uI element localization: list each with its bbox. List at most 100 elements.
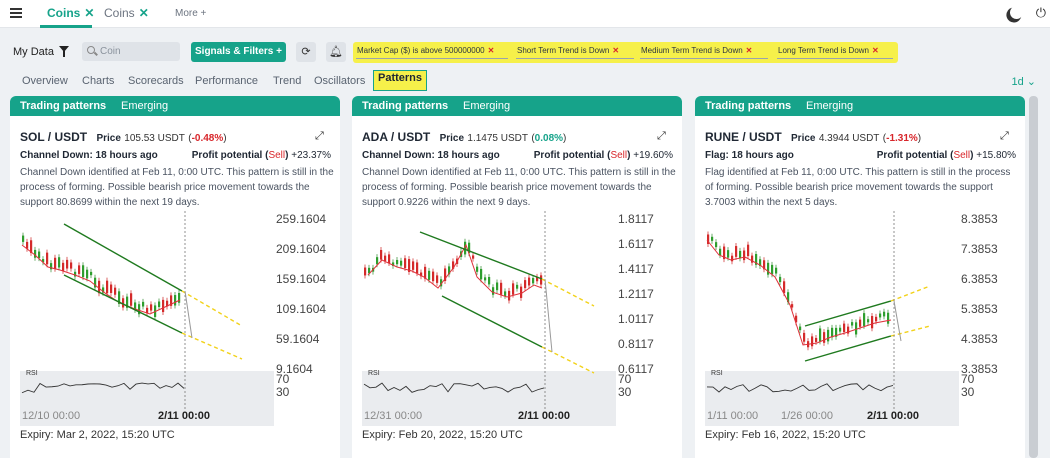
pattern-description: Channel Down identified at Feb 11, 0:00 … — [20, 167, 334, 208]
rsi-label: RSI — [26, 370, 38, 377]
candle — [162, 299, 165, 313]
tab-trading-patterns[interactable]: Trading patterns — [362, 100, 448, 112]
candle — [62, 262, 65, 271]
candle — [711, 236, 714, 241]
tab-trend[interactable]: Trend — [273, 75, 301, 87]
card-tabs: Trading patterns Emerging — [695, 96, 1025, 116]
tab-oscillators[interactable]: Oscillators — [314, 75, 365, 87]
pair-name[interactable]: ADA / USDT — [362, 130, 430, 144]
tab-emerging[interactable]: Emerging — [463, 100, 510, 112]
candle — [767, 262, 770, 275]
share-icon[interactable]: ⤢ — [657, 130, 666, 143]
y-tick-label: 5.3853 — [961, 302, 998, 316]
scrollbar[interactable] — [1029, 96, 1038, 458]
candle — [743, 250, 746, 261]
candle — [158, 301, 161, 307]
interval-value: 1d — [1011, 76, 1024, 88]
candle — [775, 267, 778, 274]
x-tick-label: 2/11 00:00 — [158, 410, 210, 422]
tab-emerging[interactable]: Emerging — [121, 100, 168, 112]
moon-icon[interactable] — [1009, 5, 1024, 20]
hamburger-menu-icon[interactable] — [10, 8, 22, 18]
tab-scorecards[interactable]: Scorecards — [128, 75, 184, 87]
tab-label: Coins — [47, 6, 81, 20]
rsi-label: RSI — [711, 370, 723, 377]
tab-overview[interactable]: Overview — [22, 75, 68, 87]
pair-row: RUNE / USDT Price 4.3944 USDT (-1.31%) — [705, 130, 921, 144]
candle — [86, 269, 89, 279]
candle — [78, 265, 81, 274]
power-icon[interactable]: ⏻ — [1036, 5, 1046, 21]
pattern-chart[interactable]: RSI1.81171.61171.41171.21171.01170.81170… — [362, 211, 674, 426]
candle — [540, 275, 543, 285]
funnel-icon[interactable] — [59, 46, 69, 57]
pattern-card-sol: Trading patterns Emerging SOL / USDT Pri… — [10, 96, 340, 458]
pattern-chart[interactable]: RSI 259.1604 209.1604 159.1604 109.1604 59.16… — [20, 211, 332, 426]
y-tick-label: 7.3853 — [961, 242, 998, 256]
candle — [484, 277, 487, 281]
filter-chip-short-term[interactable]: Short Term Trend is Down ✕ — [517, 46, 619, 55]
share-icon[interactable]: ⤢ — [315, 130, 324, 143]
x-tick-label: 12/31 00:00 — [364, 410, 422, 422]
filter-chip-long-term[interactable]: Long Term Trend is Down ✕ — [778, 46, 879, 55]
candle — [819, 328, 822, 342]
pair-name[interactable]: SOL / USDT — [20, 130, 87, 144]
tab-coins-1[interactable]: Coins ✕ — [47, 6, 94, 20]
y-tick-label: 159.1604 — [276, 272, 326, 286]
candle — [22, 235, 25, 242]
close-icon[interactable]: ✕ — [84, 6, 94, 20]
close-icon[interactable]: ✕ — [746, 46, 753, 55]
candle — [66, 259, 69, 269]
tab-performance[interactable]: Performance — [195, 75, 258, 87]
candle — [811, 336, 814, 347]
close-icon[interactable]: ✕ — [139, 6, 149, 20]
candle — [404, 258, 407, 268]
x-tick-label: 2/11 00:00 — [518, 410, 570, 422]
bell-icon[interactable]: 🔔︎ — [326, 42, 346, 62]
pattern-chart[interactable]: RSI8.38537.38536.38535.38534.38533.38537… — [705, 211, 1017, 426]
close-icon[interactable]: ✕ — [488, 46, 495, 55]
candle — [174, 295, 177, 306]
candle — [747, 244, 750, 257]
price-change: 0.08% — [534, 133, 564, 144]
my-data-label[interactable]: My Data — [13, 46, 54, 58]
tab-charts[interactable]: Charts — [82, 75, 114, 87]
expiry-text: Expiry: Feb 16, 2022, 15:20 UTC — [705, 429, 866, 441]
profit-label: Profit potential — [191, 150, 263, 161]
y-tick-label: 6.3853 — [961, 272, 998, 286]
tab-emerging[interactable]: Emerging — [806, 100, 853, 112]
tab-trading-patterns[interactable]: Trading patterns — [705, 100, 791, 112]
signals-filters-button[interactable]: Signals & Filters + — [191, 42, 286, 62]
candle — [122, 298, 125, 308]
filter-chip-medium-term[interactable]: Medium Term Trend is Down ✕ — [641, 46, 752, 55]
candle — [38, 251, 41, 259]
tab-patterns[interactable]: Patterns — [373, 70, 428, 91]
interval-select[interactable]: 1d ⌄ — [1011, 75, 1036, 88]
close-icon[interactable]: ✕ — [612, 46, 619, 55]
candle — [771, 264, 774, 275]
price-value: 1.1475 USDT — [467, 133, 528, 144]
search-input[interactable]: Coin — [82, 42, 180, 61]
tab-more[interactable]: More + — [175, 8, 206, 19]
filter-bar: My Data Coin Signals & Filters + ⟳ 🔔︎ Ma… — [0, 36, 1050, 68]
share-icon[interactable]: ⤢ — [1000, 130, 1009, 143]
x-tick-label: 1/26 00:00 — [781, 410, 833, 422]
paren: ) — [223, 133, 227, 144]
tab-coins-2[interactable]: Coins ✕ — [104, 6, 149, 20]
candle — [90, 271, 93, 276]
pair-row: ADA / USDT Price 1.1475 USDT (0.08%) — [362, 130, 566, 144]
rsi-tick-label: 70 — [961, 372, 975, 386]
candle — [400, 260, 403, 266]
refresh-icon[interactable]: ⟳ — [296, 42, 316, 62]
chip-divider — [777, 58, 893, 59]
candle — [867, 319, 870, 323]
close-icon[interactable]: ✕ — [872, 46, 879, 55]
tab-trading-patterns[interactable]: Trading patterns — [20, 100, 106, 112]
view-tabs: Overview Charts Scorecards Performance T… — [0, 68, 1050, 94]
y-tick-label: 109.1604 — [276, 302, 326, 316]
candle — [851, 322, 854, 326]
rsi-tick-label: 30 — [276, 385, 290, 399]
candle — [82, 265, 85, 278]
pair-name[interactable]: RUNE / USDT — [705, 130, 782, 144]
filter-chip-market-cap[interactable]: Market Cap ($) is above 500000000 ✕ — [357, 46, 494, 55]
